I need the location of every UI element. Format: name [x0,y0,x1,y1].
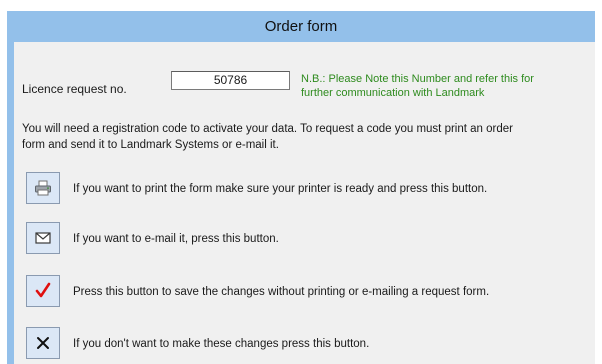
window-title: Order form [264,18,338,35]
close-icon [36,336,50,350]
licence-note: N.B.: Please Note this Number and refer … [301,72,591,100]
envelope-icon [35,232,51,244]
print-instruction: If you want to print the form make sure … [73,183,488,195]
instructions-line-2: form and send it to Landmark Systems or … [22,139,279,151]
note-line-1: N.B.: Please Note this Number and refer … [301,73,534,85]
instructions-text: You will need a registration code to act… [22,121,595,153]
checkmark-icon [34,282,52,300]
order-form-window: Order form Licence request no. 50786 N.B… [7,11,595,364]
save-button[interactable] [26,275,60,307]
email-instruction: If you want to e-mail it, press this but… [73,233,279,245]
save-instruction: Press this button to save the changes wi… [73,286,490,298]
printer-icon [34,180,52,196]
cancel-button[interactable] [26,327,60,359]
email-button[interactable] [26,222,60,254]
instructions-line-1: You will need a registration code to act… [22,123,513,135]
note-line-2: further communication with Landmark [301,87,485,99]
form-body: Licence request no. 50786 N.B.: Please N… [14,42,595,364]
cancel-instruction: If you don't want to make these changes … [73,338,370,350]
licence-label: Licence request no. [22,82,127,96]
licence-number-field[interactable]: 50786 [171,71,290,90]
print-button[interactable] [26,172,60,204]
